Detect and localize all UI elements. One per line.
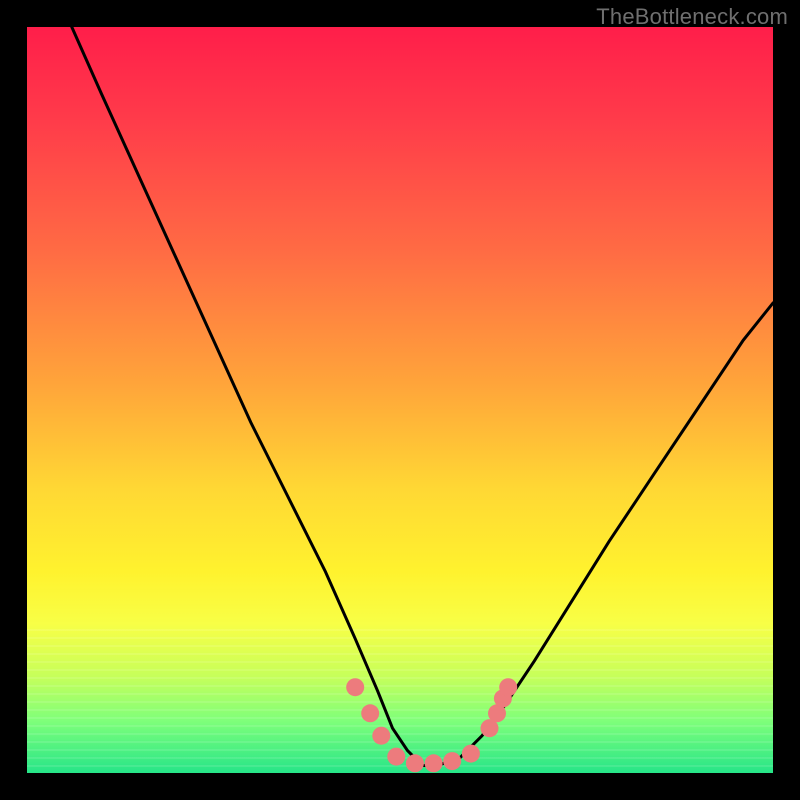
curve-marker	[481, 719, 499, 737]
curve-marker	[425, 754, 443, 772]
watermark-text: TheBottleneck.com	[596, 4, 788, 30]
curve-marker	[361, 704, 379, 722]
plot-area	[27, 27, 773, 773]
curve-marker	[488, 704, 506, 722]
curve-marker	[372, 727, 390, 745]
curve-marker	[462, 745, 480, 763]
curve-marker	[494, 689, 512, 707]
curve-marker	[499, 678, 517, 696]
chart-frame: TheBottleneck.com	[0, 0, 800, 800]
curve-marker	[406, 754, 424, 772]
curve-marker	[346, 678, 364, 696]
gradient-bands	[27, 623, 773, 773]
curve-marker	[443, 752, 461, 770]
curve-marker	[387, 748, 405, 766]
bottleneck-curve	[27, 27, 773, 773]
